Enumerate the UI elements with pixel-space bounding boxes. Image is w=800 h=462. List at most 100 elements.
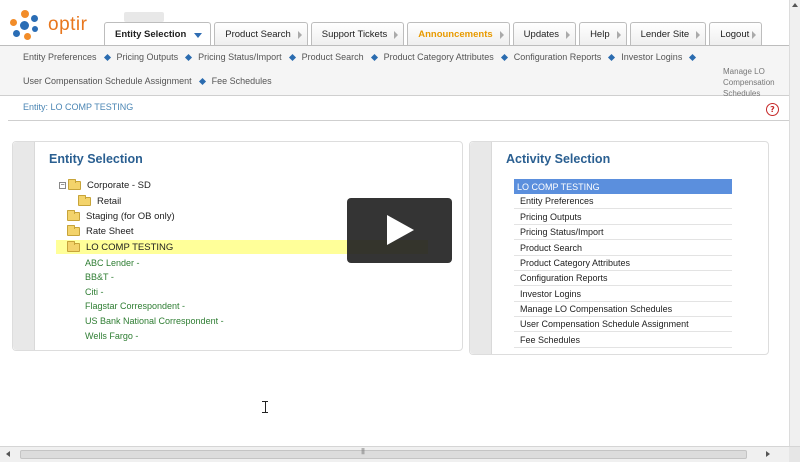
- brand-name: optir: [48, 14, 88, 35]
- tab-label: Updates: [523, 29, 560, 40]
- panel-strip: [470, 142, 492, 354]
- activity-item-pricing-outputs[interactable]: Pricing Outputs: [514, 210, 732, 225]
- tree-node-rate-sheet[interactable]: Rate Sheet: [67, 225, 134, 237]
- scroll-up-icon[interactable]: [792, 3, 798, 7]
- text-cursor-icon: [262, 401, 268, 413]
- tab-announcements[interactable]: Announcements: [407, 22, 510, 46]
- app-window: optir Entity Selection Product Search Su…: [0, 0, 800, 462]
- submenu-row: Entity Preferences Pricing Outputs Prici…: [23, 52, 702, 62]
- play-icon: [387, 215, 414, 245]
- activity-item-fee-schedules[interactable]: Fee Schedules: [514, 333, 732, 348]
- diamond-icon: [500, 53, 508, 61]
- tree-node-staging[interactable]: Staging (for OB only): [67, 210, 175, 222]
- submenu-item-pricing-outputs[interactable]: Pricing Outputs: [117, 52, 179, 62]
- panel-strip: [13, 142, 35, 350]
- diamond-icon: [608, 53, 616, 61]
- entity-selection-title: Entity Selection: [49, 152, 143, 166]
- current-entity-label: Entity: LO COMP TESTING: [23, 102, 134, 112]
- grip-icon: |||: [361, 448, 365, 455]
- chevron-down-icon: [194, 33, 203, 38]
- folder-icon: [68, 179, 81, 190]
- tree-node-lo-comp-testing[interactable]: LO COMP TESTING: [67, 241, 174, 253]
- help-icon[interactable]: ?: [766, 103, 779, 116]
- activity-item-investor-logins[interactable]: Investor Logins: [514, 287, 732, 302]
- diamond-icon: [198, 77, 206, 85]
- tree-node-label: Retail: [97, 196, 122, 207]
- folder-icon: [67, 225, 80, 236]
- submenu-item-product-category-attributes[interactable]: Product Category Attributes: [384, 52, 494, 62]
- scroll-left-icon[interactable]: [6, 451, 10, 457]
- chevron-right-icon: [696, 31, 701, 39]
- diamond-icon: [288, 53, 296, 61]
- logo[interactable]: optir: [8, 8, 87, 42]
- chevron-right-icon: [394, 31, 399, 39]
- chevron-right-icon: [566, 31, 571, 39]
- submenu-item-manage-lo-compensation-schedules[interactable]: Manage LO Compensation Schedules: [723, 66, 787, 99]
- main-tabs: Entity Selection Product Search Support …: [104, 22, 765, 46]
- diamond-icon: [689, 53, 697, 61]
- activity-item-entity-preferences[interactable]: Entity Preferences: [514, 194, 732, 209]
- submenu-item-pricing-status[interactable]: Pricing Status/Import: [198, 52, 282, 62]
- tab-help[interactable]: Help: [579, 22, 627, 46]
- chevron-right-icon: [297, 31, 302, 39]
- submenu: Entity Preferences Pricing Outputs Prici…: [0, 46, 789, 96]
- scrollbar-thumb[interactable]: [20, 450, 747, 459]
- activity-item-user-compensation-schedule-assignment[interactable]: User Compensation Schedule Assignment: [514, 317, 732, 332]
- entity-bar: Entity: LO COMP TESTING ?: [8, 97, 789, 121]
- submenu-item-product-search[interactable]: Product Search: [302, 52, 364, 62]
- tab-label: Entity Selection: [115, 29, 187, 40]
- tab-label: Support Tickets: [321, 29, 388, 40]
- activity-item-product-category-attributes[interactable]: Product Category Attributes: [514, 256, 732, 271]
- scroll-right-icon[interactable]: [766, 451, 770, 457]
- entity-link-flagstar[interactable]: Flagstar Correspondent -: [85, 301, 185, 311]
- tab-lender-site[interactable]: Lender Site: [629, 22, 707, 46]
- chevron-right-icon: [752, 31, 757, 39]
- tree-node-corporate[interactable]: − Corporate - SD: [59, 179, 151, 191]
- vertical-scrollbar[interactable]: [789, 0, 800, 446]
- entity-link-bbt[interactable]: BB&T -: [85, 272, 114, 282]
- collapse-icon[interactable]: −: [59, 182, 66, 189]
- submenu-item-user-compensation-schedule-assignment[interactable]: User Compensation Schedule Assignment: [23, 76, 192, 86]
- tab-label: Product Search: [225, 29, 291, 40]
- tree-node-label: Corporate - SD: [87, 180, 151, 191]
- tab-logout[interactable]: Logout: [709, 22, 763, 46]
- submenu-item-configuration-reports[interactable]: Configuration Reports: [514, 52, 602, 62]
- activity-item-product-search[interactable]: Product Search: [514, 241, 732, 256]
- submenu-row: User Compensation Schedule Assignment Fe…: [23, 76, 272, 86]
- tree-node-label: Staging (for OB only): [86, 211, 175, 222]
- tab-label: Logout: [720, 29, 750, 40]
- submenu-item-investor-logins[interactable]: Investor Logins: [621, 52, 682, 62]
- logo-icon: [8, 8, 42, 42]
- logo-decoration: [124, 12, 164, 22]
- chevron-right-icon: [616, 31, 621, 39]
- activity-item-pricing-status[interactable]: Pricing Status/Import: [514, 225, 732, 240]
- tab-entity-selection[interactable]: Entity Selection: [104, 22, 212, 46]
- entity-link-wells-fargo[interactable]: Wells Fargo -: [85, 331, 138, 341]
- scrollbar-corner: [789, 447, 800, 462]
- entity-link-us-bank[interactable]: US Bank National Correspondent -: [85, 316, 224, 326]
- folder-icon: [67, 210, 80, 221]
- video-play-button[interactable]: [347, 198, 452, 263]
- activity-selection-title: Activity Selection: [506, 152, 611, 166]
- tree-node-label: Rate Sheet: [86, 226, 134, 237]
- tab-label: Lender Site: [640, 29, 690, 40]
- entity-link-citi[interactable]: Citi -: [85, 287, 104, 297]
- tab-support-tickets[interactable]: Support Tickets: [310, 22, 405, 46]
- activity-item-configuration-reports[interactable]: Configuration Reports: [514, 271, 732, 286]
- folder-icon: [78, 195, 91, 206]
- diamond-icon: [103, 53, 111, 61]
- submenu-item-entity-preferences[interactable]: Entity Preferences: [23, 52, 97, 62]
- tab-product-search[interactable]: Product Search: [214, 22, 308, 46]
- diamond-icon: [370, 53, 378, 61]
- entity-link-abc-lender[interactable]: ABC Lender -: [85, 258, 140, 268]
- tab-label: Help: [590, 29, 610, 40]
- tree-node-label: LO COMP TESTING: [86, 242, 174, 253]
- diamond-icon: [185, 53, 193, 61]
- tab-updates[interactable]: Updates: [512, 22, 577, 46]
- horizontal-scrollbar[interactable]: |||: [0, 446, 800, 462]
- submenu-item-fee-schedules[interactable]: Fee Schedules: [212, 76, 272, 86]
- activity-item-manage-lo-compensation-schedules[interactable]: Manage LO Compensation Schedules: [514, 302, 732, 317]
- header: optir Entity Selection Product Search Su…: [0, 0, 789, 46]
- activity-item-lo-comp-testing[interactable]: LO COMP TESTING: [514, 179, 732, 194]
- tree-node-retail[interactable]: Retail: [78, 195, 122, 207]
